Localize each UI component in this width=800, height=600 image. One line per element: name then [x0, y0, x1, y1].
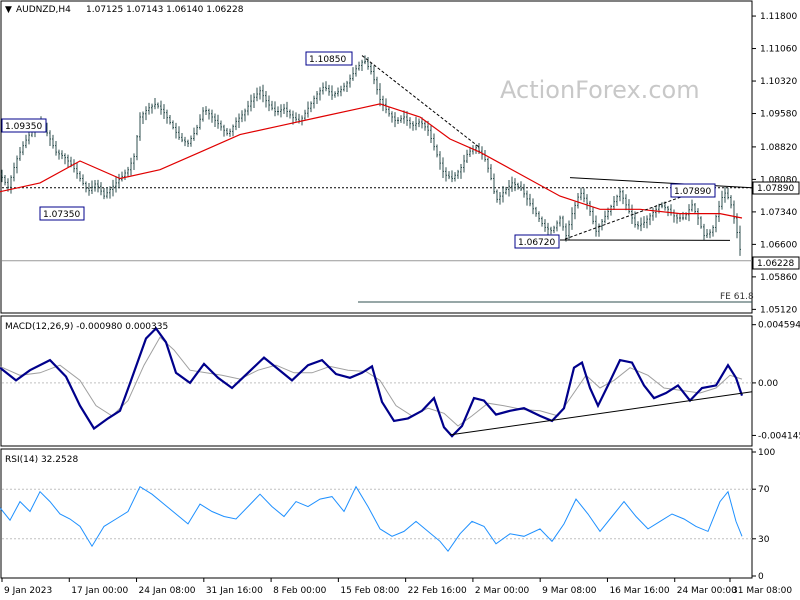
annotation-1-06720: 1.06720 [514, 234, 560, 249]
svg-text:1.09350: 1.09350 [5, 122, 42, 132]
time-tick-label-1: 17 Jan 00:00 [71, 586, 128, 596]
price-tick-label-9: 1.05120 [760, 305, 797, 315]
time-tick-label-8: 9 Mar 08:00 [542, 586, 597, 596]
macd-tick-label-0: 0.004594 [758, 321, 800, 331]
chart-ohlc: 1.07125 1.07143 1.06140 1.06228 [86, 5, 244, 15]
rsi-tick-label-2: 30 [758, 535, 770, 545]
time-tick-label-5: 15 Feb 08:00 [340, 586, 399, 596]
time-tick-label-2: 24 Jan 08:00 [139, 586, 196, 596]
chart-symbol: AUDNZD,H4 [16, 5, 71, 15]
time-tick-label-9: 16 Mar 16:00 [609, 586, 669, 596]
svg-text:1.10850: 1.10850 [309, 55, 346, 65]
time-tick-label-6: 22 Feb 16:00 [408, 586, 467, 596]
annotation-1-07890: 1.07890 [670, 183, 716, 198]
annotation-1-10850: 1.10850 [305, 51, 353, 66]
time-tick-label-0: 9 Jan 2023 [4, 586, 52, 596]
fib-label: FE 61.8 [720, 292, 754, 302]
price-tick-label-7: 1.06600 [760, 240, 797, 250]
price-tick-label-3: 1.09580 [760, 110, 797, 120]
rsi-title: RSI(14) 32.2528 [5, 455, 78, 465]
time-tick-label-4: 8 Feb 00:00 [273, 586, 327, 596]
macd-title: MACD(12,26,9) -0.000980 0.000335 [5, 322, 168, 332]
price-tick-label-1: 1.11060 [760, 45, 797, 55]
time-tick-label-10: 24 Mar 00:00 [677, 586, 737, 596]
svg-text:1.07350: 1.07350 [43, 210, 80, 220]
macd-tick-label-2: -0.004145 [758, 431, 800, 441]
macd-tick-label-1: 0.00 [758, 379, 778, 389]
level-tag: 1.07890 [752, 181, 800, 195]
svg-text:1.07890: 1.07890 [757, 184, 794, 194]
annotation-1-09350: 1.09350 [1, 118, 47, 133]
price-tick-label-6: 1.07340 [760, 208, 797, 218]
price-tick-label-8: 1.05860 [760, 273, 797, 283]
svg-text:1.06228: 1.06228 [757, 259, 794, 269]
time-tick-label-11: 31 Mar 08:00 [732, 586, 792, 596]
price-tick-label-4: 1.08820 [760, 143, 797, 153]
chart-canvas: ▼ AUDNZD,H4 1.07125 1.07143 1.06140 1.06… [0, 0, 800, 600]
rsi-tick-label-0: 100 [758, 448, 775, 458]
time-tick-label-7: 2 Mar 00:00 [475, 586, 530, 596]
rsi-tick-label-1: 70 [758, 485, 770, 495]
current-price-tag: 1.06228 [752, 256, 800, 270]
price-tick-label-2: 1.10320 [760, 77, 797, 87]
price-tick-label-0: 1.11800 [760, 12, 797, 22]
svg-text:1.06720: 1.06720 [518, 238, 555, 248]
symbol-dropdown-icon[interactable]: ▼ [5, 5, 12, 15]
time-tick-label-3: 31 Jan 16:00 [206, 586, 263, 596]
watermark: ActionForex.com [500, 76, 700, 104]
annotation-1-07350: 1.07350 [39, 206, 85, 221]
svg-text:1.07890: 1.07890 [674, 187, 711, 197]
rsi-tick-label-3: 0 [758, 572, 764, 582]
